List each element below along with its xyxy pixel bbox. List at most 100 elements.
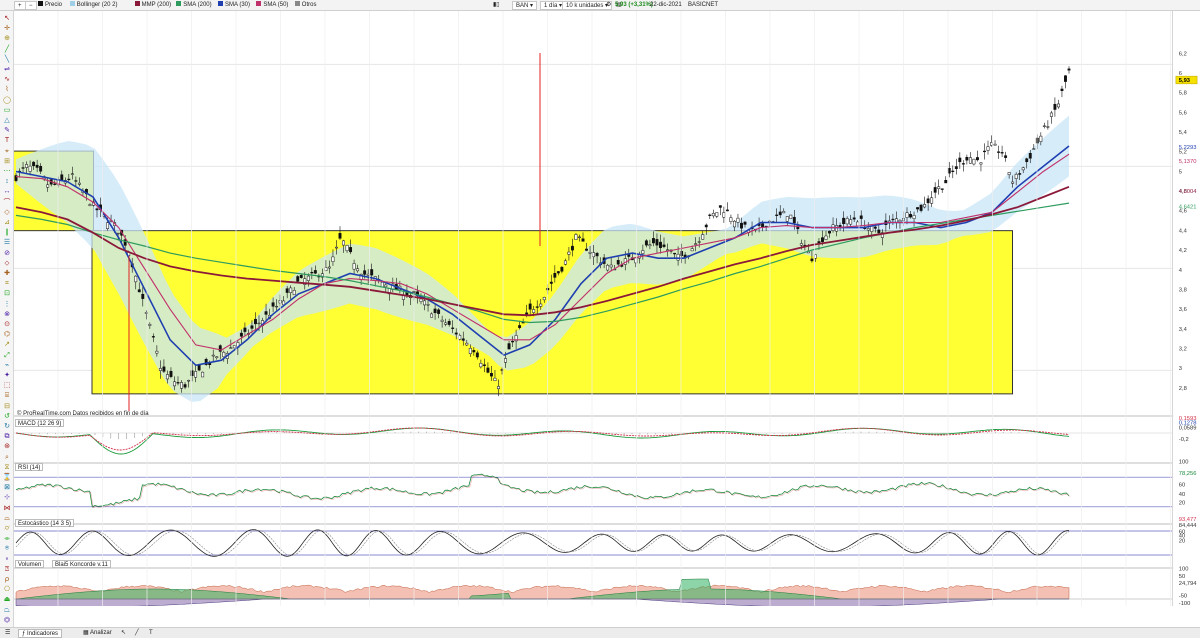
- units-selector[interactable]: 10 k unidades ▾: [562, 1, 613, 10]
- grid-icon[interactable]: ⊠: [2, 483, 12, 493]
- text-icon[interactable]: T: [2, 136, 12, 146]
- pencil-icon[interactable]: ✎: [2, 126, 12, 136]
- text-icon[interactable]: ⋮: [2, 300, 12, 310]
- candle-body: [472, 350, 476, 353]
- axis-tick-label: 4,8004: [1179, 189, 1197, 195]
- analyze-button[interactable]: ▦ Analizar: [80, 629, 115, 638]
- rectangle-icon[interactable]: ⏏: [2, 595, 12, 605]
- trendline-icon[interactable]: ✦: [2, 371, 12, 381]
- candle-body: [458, 335, 462, 340]
- text-icon[interactable]: ⧖: [2, 463, 12, 473]
- target-icon[interactable]: ⌖: [2, 147, 12, 157]
- circle-icon[interactable]: ◯: [2, 96, 12, 106]
- candle-body: [201, 371, 205, 378]
- stochastic-label[interactable]: Estocástico (14 3 5): [15, 519, 75, 527]
- cursor-icon[interactable]: ↕: [2, 177, 12, 187]
- fib-icon[interactable]: ⊘: [2, 249, 12, 259]
- candle-body: [229, 347, 233, 349]
- trendline-icon[interactable]: ╱: [2, 45, 12, 55]
- more-icon[interactable]: ⌬: [2, 330, 12, 340]
- legend-item[interactable]: SMA (200): [176, 1, 212, 10]
- zoom-icon[interactable]: ⌒: [2, 198, 12, 208]
- triangle-icon[interactable]: ⊛: [2, 442, 12, 452]
- symbol-selector[interactable]: BAN ▾: [512, 1, 538, 10]
- fib-icon[interactable]: ↺: [2, 412, 12, 422]
- zoom-icon[interactable]: ⌁: [2, 361, 12, 371]
- legend-swatch: [218, 1, 223, 6]
- circle-icon[interactable]: ⎔: [2, 585, 12, 595]
- legend-item[interactable]: Precio: [38, 1, 62, 10]
- target-icon[interactable]: ⌛: [2, 473, 12, 483]
- trendline-icon[interactable]: ◇: [2, 208, 12, 218]
- triangle-icon[interactable]: △: [2, 116, 12, 126]
- legend-item[interactable]: Bollinger (20 2): [69, 1, 117, 10]
- candle-body: [972, 158, 976, 165]
- rectangle-icon[interactable]: ⧉: [2, 432, 12, 442]
- candle-body: [606, 264, 610, 271]
- target-icon[interactable]: ⊗: [2, 310, 12, 320]
- macd-label[interactable]: MACD (12 26 9): [15, 419, 65, 427]
- rsi-label[interactable]: RSI (14): [15, 463, 44, 471]
- indicators-button[interactable]: ƒ Indicadores: [18, 629, 63, 638]
- cursor-icon[interactable]: ↖: [118, 629, 129, 638]
- triangle-icon[interactable]: ⏢: [2, 606, 12, 616]
- wave-icon[interactable]: ⊟: [2, 402, 12, 412]
- ray-icon[interactable]: ╲: [2, 55, 12, 65]
- more-icon[interactable]: ⊹: [2, 493, 12, 503]
- text-tool-icon[interactable]: T: [146, 629, 156, 638]
- legend-swatch: [134, 1, 140, 6]
- crosshair-icon[interactable]: ↔: [2, 187, 12, 197]
- axis-tick-label: 3,8: [1179, 287, 1187, 293]
- price-axis[interactable]: 6,265,85,65,45,254,84,64,44,243,83,63,43…: [1172, 11, 1200, 606]
- candle-body: [1042, 125, 1046, 127]
- channel-icon[interactable]: ⌸: [2, 391, 12, 401]
- zoom-icon[interactable]: ⊕: [2, 34, 12, 44]
- cursor-icon[interactable]: ⋈: [2, 504, 12, 514]
- volume-label[interactable]: Volumen: [15, 560, 45, 568]
- crosshair-icon[interactable]: ✛: [2, 24, 12, 34]
- crosshair-icon[interactable]: ⌓: [2, 514, 12, 524]
- candle-body: [975, 157, 979, 161]
- pencil-icon[interactable]: ⊡: [2, 289, 12, 299]
- zoom-icon[interactable]: ⌭: [2, 524, 12, 534]
- circle-icon[interactable]: ↻: [2, 422, 12, 432]
- candle-body: [616, 260, 620, 265]
- wave-icon[interactable]: ⍰: [2, 565, 12, 575]
- grid-icon[interactable]: ⊞: [2, 157, 12, 167]
- channel-icon[interactable]: ∥: [2, 228, 12, 238]
- triangle-icon[interactable]: ⌗: [2, 279, 12, 289]
- crosshair-icon[interactable]: ⤢: [2, 351, 12, 361]
- ray-icon[interactable]: ⬚: [2, 381, 12, 391]
- candle-body: [690, 248, 694, 252]
- ray-icon[interactable]: ⊿: [2, 218, 12, 228]
- line-tool-icon[interactable]: ╱: [132, 629, 142, 638]
- fib-icon[interactable]: ⌇: [2, 85, 12, 95]
- channel-icon[interactable]: ⍣: [2, 555, 12, 565]
- channel-icon[interactable]: ⇌: [2, 65, 12, 75]
- legend-item[interactable]: Otros: [294, 1, 316, 10]
- wave-icon[interactable]: ∿: [2, 75, 12, 85]
- trendline-icon[interactable]: ⌯: [2, 534, 12, 544]
- pencil-icon[interactable]: ⏣: [2, 616, 12, 626]
- ray-icon[interactable]: ⍟: [2, 544, 12, 554]
- koncorde-label[interactable]: Blai5 Koncorde v.11: [52, 560, 111, 568]
- circle-icon[interactable]: ⬦: [2, 259, 12, 269]
- pencil-icon[interactable]: ⌕: [2, 453, 12, 463]
- cursor-icon[interactable]: ↖: [2, 14, 12, 24]
- chart-type-icon[interactable]: ▮▯: [493, 1, 500, 10]
- wave-icon[interactable]: ☰: [2, 238, 12, 248]
- chart-canvas[interactable]: febmarabrmayjunjulagosepoctnovdic2021feb…: [14, 11, 1172, 606]
- fib-icon[interactable]: ⍴: [2, 575, 12, 585]
- legend-item[interactable]: MMP (200): [134, 1, 171, 10]
- zoom-in-button[interactable]: +: [14, 1, 26, 10]
- legend-item[interactable]: SMA (50): [256, 1, 288, 10]
- grid-icon[interactable]: ⊙: [2, 320, 12, 330]
- settings-icon[interactable]: ⚙: [606, 1, 611, 10]
- rectangle-icon[interactable]: ▭: [2, 106, 12, 116]
- menu-icon[interactable]: ☰: [2, 629, 13, 638]
- legend-item[interactable]: SMA (30): [218, 1, 250, 10]
- rectangle-icon[interactable]: ✚: [2, 269, 12, 279]
- zoom-out-button[interactable]: −: [25, 1, 37, 10]
- cursor-icon[interactable]: ↗: [2, 340, 12, 350]
- more-icon[interactable]: ⋯: [2, 167, 12, 177]
